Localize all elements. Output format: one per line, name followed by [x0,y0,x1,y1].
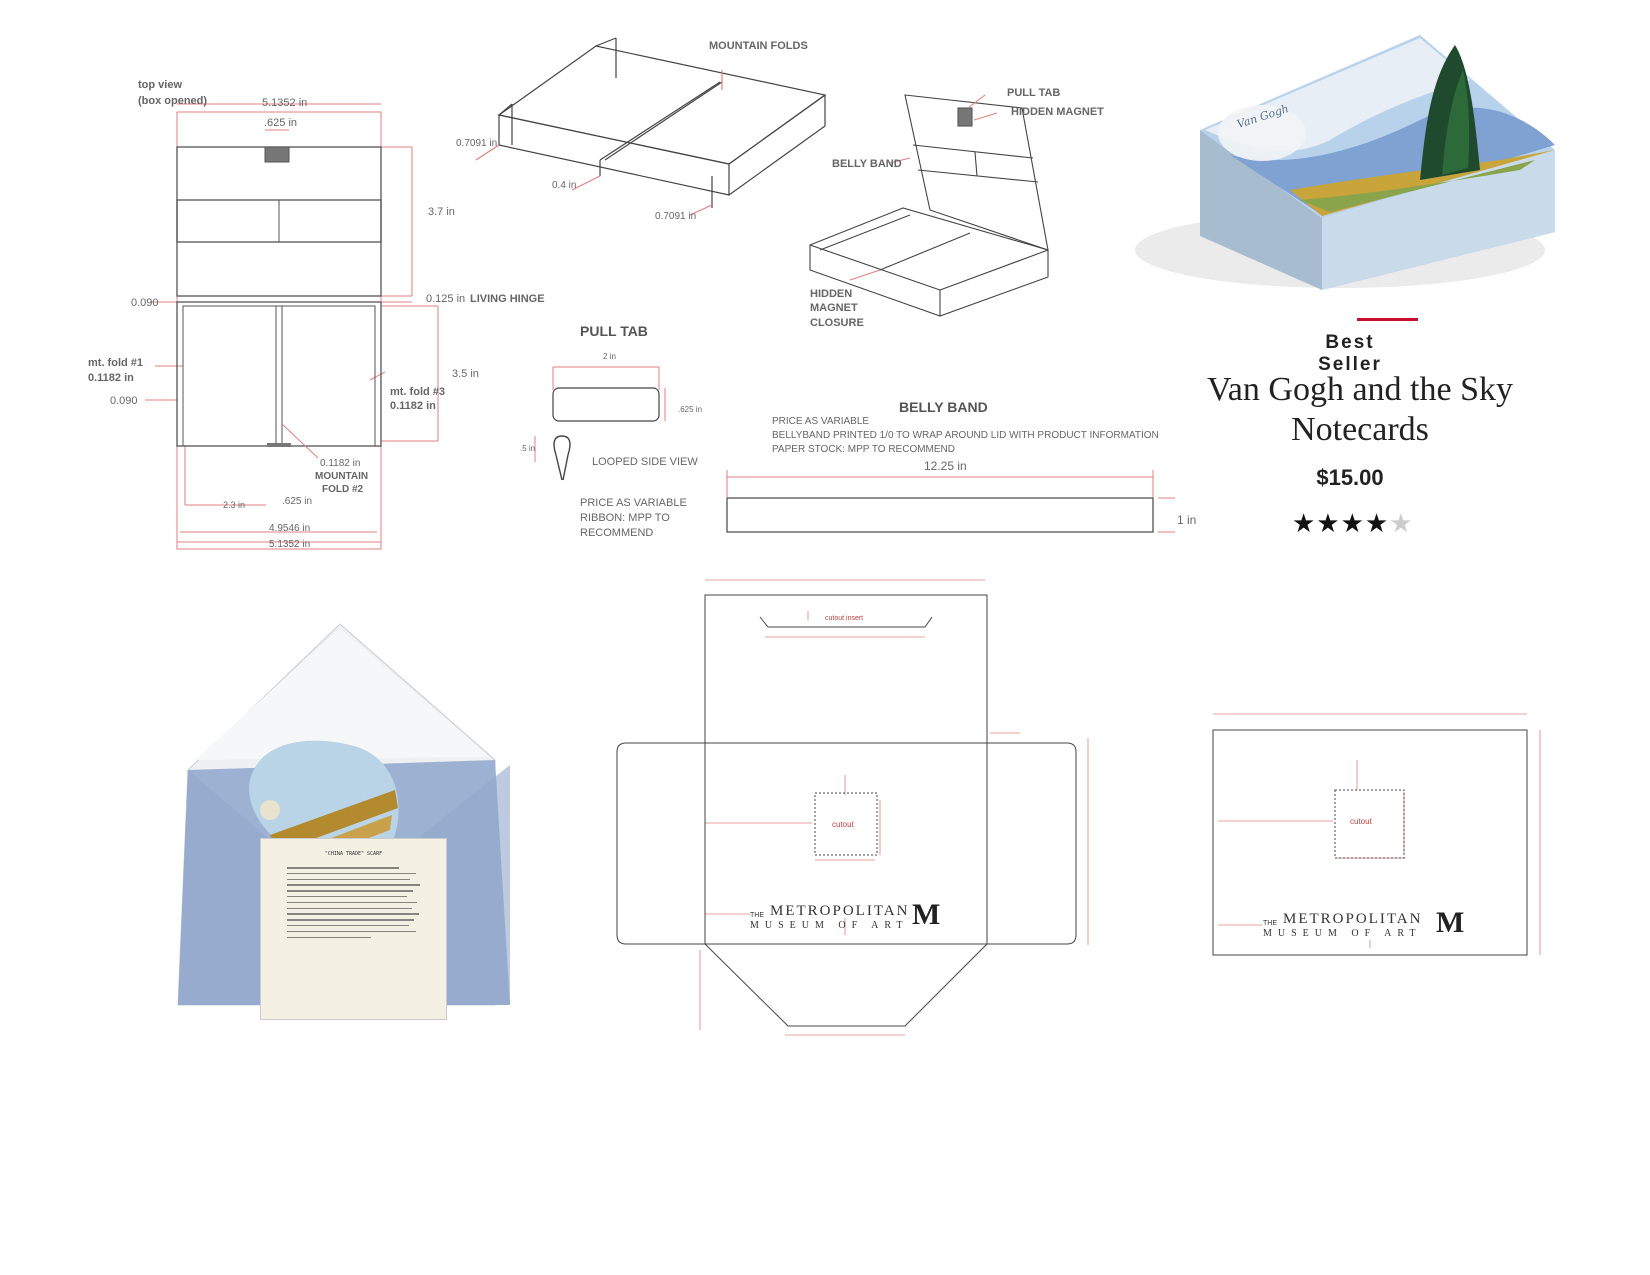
belly-band-note-1: PRICE AS VARIABLE [772,416,870,427]
product-price: $15.00 [1316,465,1384,490]
pull-tab-note-2: RIBBON: MPP TO [580,512,670,524]
dim-625-bottom: .625 in [282,496,313,507]
dim-width-bottom: 5.1352 in [269,539,311,550]
star-half-icon: ★ [1389,508,1414,538]
belly-band-title: BELLY BAND [899,399,988,415]
sleeve-met-prefix: THE [750,912,764,919]
scarf-letter: "CHINA TRADE" SCARF [260,838,447,1020]
mt-fold-1-value: 0.1182 in [88,372,134,384]
mountain-folds-drawing [475,37,827,216]
mf-dim-mid: 0.4 in [552,180,577,191]
pull-tab-dim-loop: .5 in [520,444,536,453]
closure-label-2: MAGNET [810,302,858,314]
cutout-insert-label: cutout insert [825,615,864,622]
dim-width-top: 5.1352 in [262,97,308,109]
red-accent-bar [1357,318,1418,321]
living-hinge-label: LIVING HINGE [470,293,545,305]
top-view-title: top view [138,79,183,91]
dim-2-3: 2.3 in [223,500,246,510]
pull-tab-dim-width: 2 in [603,352,616,361]
belly-band-dim-height: 1 in [1177,513,1197,527]
mt-fold-3-value: 0.1182 in [390,400,436,412]
mt-fold-3-label: mt. fold #3 [390,386,446,398]
mt-fold-2-label-2: FOLD #2 [322,484,364,495]
dieline-sleeve-drawing [616,579,1089,1036]
pull-tab-note-1: PRICE AS VARIABLE [580,497,687,509]
sleeve-met-line-2: MUSEUM OF ART [750,920,909,931]
mountain-folds-title: MOUNTAIN FOLDS [709,40,808,52]
mt-fold-2-label-1: MOUNTAIN [315,471,369,482]
mf-dim-right: 0.7091 in [655,211,697,222]
letter-text-lines [287,867,427,942]
sleeve-cutout-label: cutout [832,820,854,829]
card-met-prefix: THE [1263,920,1277,927]
star-rating[interactable]: ★★★★★ [1292,508,1414,539]
dim-4-9546: 4.9546 in [269,523,311,534]
dim-height-lid: 3.7 in [428,206,455,218]
closure-label-1: HIDDEN [810,288,853,300]
pull-tab-title: PULL TAB [580,323,648,339]
belly-band-note-3: PAPER STOCK: MPP TO RECOMMEND [772,444,955,455]
closure-label-3: CLOSURE [810,317,864,329]
mt-fold-2-value: 0.1182 in [320,458,361,469]
top-view-drawing [145,103,439,550]
dim-090-b: 0.090 [110,395,138,407]
top-view-subtitle: (box opened) [138,95,208,107]
belly-band-note-2: BELLYBAND PRINTED 1/0 TO WRAP AROUND LID… [772,430,1159,441]
dim-height-base: 3.5 in [452,368,479,380]
hidden-magnet-callout: HIDDEN MAGNET [1011,106,1104,118]
sleeve-met-logo-icon: M [912,898,941,931]
mf-dim-left: 0.7091 in [456,138,498,149]
letter-title: "CHINA TRADE" SCARF [324,851,383,857]
dim-hinge: 0.125 in [426,293,466,305]
stars-full-icon: ★★★★ [1292,508,1390,538]
sleeve-met-line-1: METROPOLITAN [770,903,910,919]
belly-band-dim-width: 12.25 in [924,459,967,473]
card-met-logo-icon: M [1436,906,1465,939]
product-title[interactable]: Van Gogh and the Sky Notecards [1200,370,1520,450]
card-cutout-label: cutout [1350,817,1372,826]
dim-090-a: 0.090 [131,297,159,309]
pull-tab-callout: PULL TAB [1007,87,1061,99]
pull-tab-dim-height: .625 in [678,405,703,414]
diagram-canvas [145,35,1555,1036]
box-iso-drawing [809,94,1049,317]
dim-tab: .625 in [264,117,298,129]
card-met-line-2: MUSEUM OF ART [1263,928,1422,939]
belly-band-drawing [726,470,1175,533]
product-box-photo [1135,35,1555,290]
pull-tab-note-3: RECOMMEND [580,527,654,539]
looped-side-view-label: LOOPED SIDE VIEW [592,456,698,468]
belly-band-callout: BELLY BAND [832,158,902,170]
mt-fold-1-label: mt. fold #1 [88,357,144,369]
card-met-line-1: METROPOLITAN [1283,911,1423,927]
